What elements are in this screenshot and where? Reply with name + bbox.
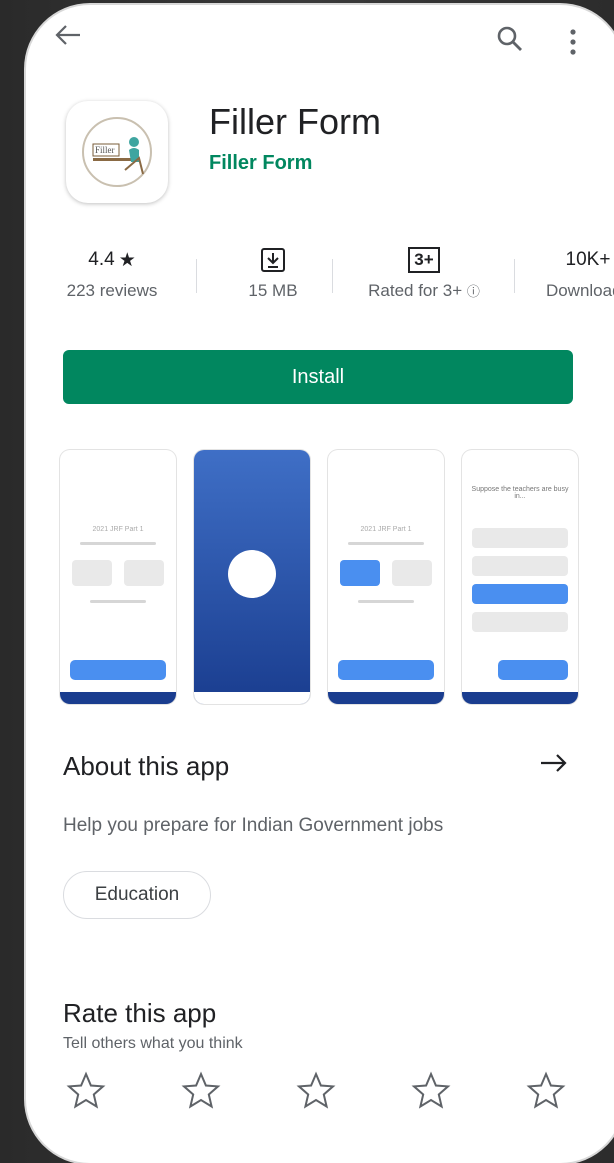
age-rating-text: Rated for 3+ bbox=[368, 281, 463, 300]
placeholder-line bbox=[80, 542, 156, 545]
back-arrow-icon[interactable] bbox=[54, 23, 82, 47]
stats-row: 4.4 ★ 223 reviews 15 MB 3+ Rated for 3+ … bbox=[56, 245, 614, 315]
developer-link[interactable]: Filler Form bbox=[209, 152, 312, 175]
next-button-preview bbox=[498, 660, 568, 680]
filler-form-logo: Filler bbox=[82, 117, 152, 187]
screenshot-question: Suppose the teachers are busy in... bbox=[471, 486, 569, 500]
option-box bbox=[340, 560, 380, 586]
reviews-count: 223 reviews bbox=[66, 281, 158, 300]
search-icon[interactable] bbox=[496, 25, 524, 53]
svg-text:Filler: Filler bbox=[95, 145, 115, 155]
rating-value: 4.4 bbox=[88, 249, 115, 270]
screenshot-4[interactable]: Suppose the teachers are busy in... bbox=[462, 450, 578, 704]
downloads-stat: 10K+ Downloads bbox=[538, 245, 614, 301]
about-section-title: About this app bbox=[63, 751, 230, 781]
placeholder-line bbox=[348, 542, 424, 545]
star-icon: ★ bbox=[118, 249, 136, 271]
placeholder-line bbox=[358, 600, 414, 603]
rating-stat[interactable]: 4.4 ★ 223 reviews bbox=[56, 245, 168, 301]
start-button-preview bbox=[70, 660, 166, 680]
splash-logo bbox=[228, 550, 276, 598]
stat-divider bbox=[514, 259, 515, 293]
info-icon: ⓘ bbox=[466, 284, 480, 299]
rating-star-2-icon[interactable] bbox=[181, 1071, 221, 1111]
top-app-bar bbox=[26, 5, 614, 65]
downloads-count: 10K+ bbox=[565, 249, 611, 270]
screenshot-carousel[interactable]: 2021 JRF Part 1 2021 JRF Part 1 Suppose … bbox=[60, 450, 580, 705]
app-description: Help you prepare for Indian Government j… bbox=[63, 815, 444, 836]
age-rating-stat[interactable]: 3+ Rated for 3+ ⓘ bbox=[356, 245, 492, 301]
nav-bar bbox=[328, 692, 444, 704]
placeholder-line bbox=[90, 600, 146, 603]
nav-bar bbox=[462, 692, 578, 704]
screenshot-title: 2021 JRF Part 1 bbox=[360, 526, 412, 533]
screenshot-3[interactable]: 2021 JRF Part 1 bbox=[328, 450, 444, 704]
phone-screen: Filler Filler Form Filler Form 4.4 ★ 223… bbox=[26, 5, 614, 1163]
nav-bar bbox=[194, 692, 310, 704]
answer-option bbox=[472, 612, 568, 632]
option-box bbox=[124, 560, 164, 586]
install-button[interactable]: Install bbox=[63, 350, 573, 404]
screenshot-2[interactable] bbox=[194, 450, 310, 704]
stat-divider bbox=[332, 259, 333, 293]
option-box bbox=[72, 560, 112, 586]
arrow-right-icon[interactable] bbox=[538, 749, 570, 777]
screenshot-title: 2021 JRF Part 1 bbox=[92, 526, 144, 533]
age-rating-badge: 3+ bbox=[408, 247, 440, 273]
rating-star-4-icon[interactable] bbox=[411, 1071, 451, 1111]
rating-star-3-icon[interactable] bbox=[296, 1071, 336, 1111]
answer-option-selected bbox=[472, 584, 568, 604]
age-rating-label: Rated for 3+ ⓘ bbox=[356, 281, 492, 301]
app-size: 15 MB bbox=[248, 281, 298, 300]
downloads-label: Downloads bbox=[545, 281, 614, 300]
size-stat: 15 MB bbox=[228, 245, 318, 301]
option-box bbox=[392, 560, 432, 586]
screenshot-1[interactable]: 2021 JRF Part 1 bbox=[60, 450, 176, 704]
app-title: Filler Form bbox=[209, 101, 381, 142]
rate-subtitle: Tell others what you think bbox=[63, 1035, 243, 1052]
app-icon: Filler bbox=[66, 101, 168, 203]
rating-star-1-icon[interactable] bbox=[66, 1071, 106, 1111]
more-vert-icon[interactable] bbox=[566, 27, 580, 57]
start-button-preview bbox=[338, 660, 434, 680]
nav-bar bbox=[60, 692, 176, 704]
download-icon bbox=[261, 248, 285, 272]
answer-option bbox=[472, 528, 568, 548]
rating-star-5-icon[interactable] bbox=[526, 1071, 566, 1111]
stat-divider bbox=[196, 259, 197, 293]
answer-option bbox=[472, 556, 568, 576]
category-chip[interactable]: Education bbox=[63, 871, 211, 919]
rate-section-title: Rate this app bbox=[63, 998, 217, 1028]
